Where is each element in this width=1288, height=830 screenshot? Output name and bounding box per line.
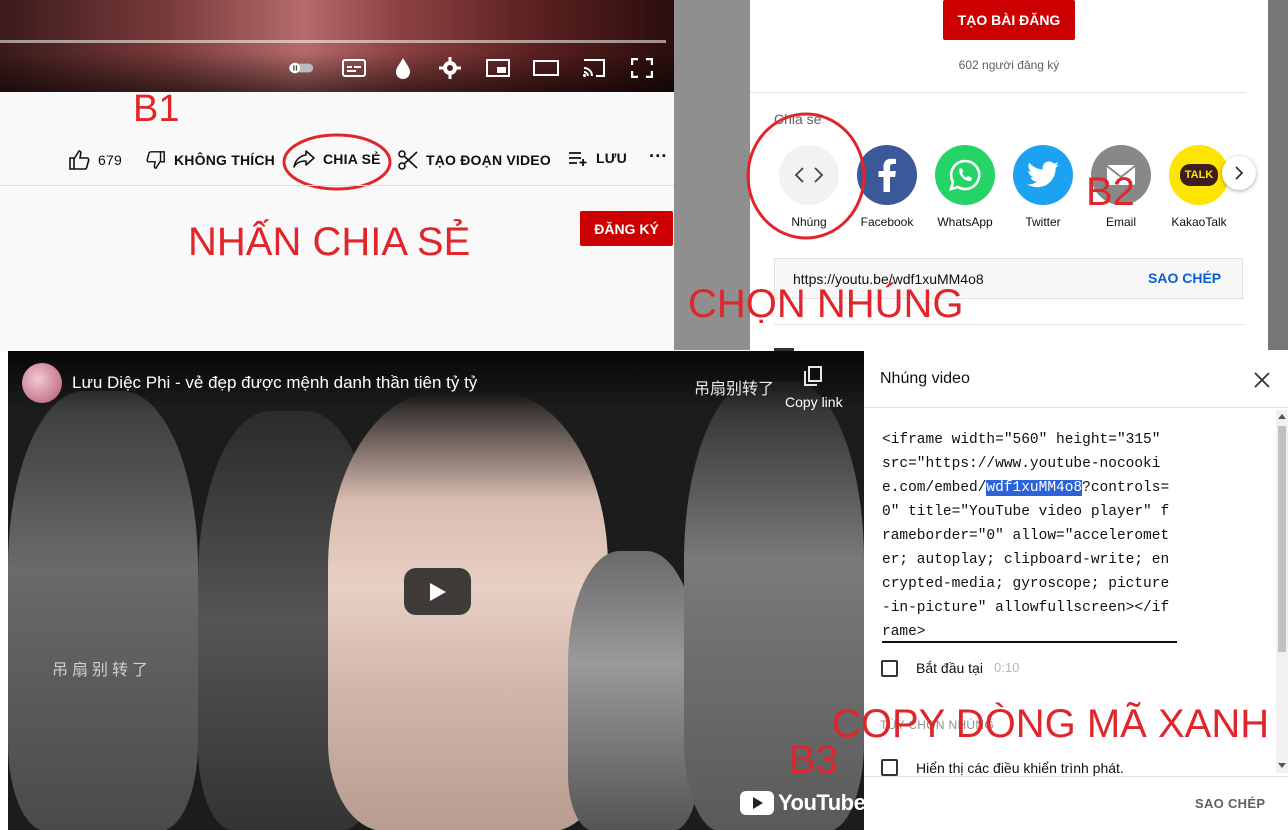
play-icon — [429, 582, 446, 601]
subtitles-icon[interactable] — [341, 56, 367, 80]
thumbs-up-icon — [69, 150, 90, 170]
dislike-label: KHÔNG THÍCH — [174, 152, 275, 168]
whatsapp-icon — [935, 145, 995, 205]
save-button[interactable]: LƯU — [568, 150, 627, 166]
start-at-label: Bắt đầu tại — [916, 660, 983, 676]
youtube-logo-text: YouTube — [778, 790, 866, 815]
channel-avatar[interactable] — [22, 363, 62, 403]
add-to-playlist-icon — [569, 152, 587, 166]
share-target-whatsapp[interactable]: WhatsApp — [934, 145, 996, 229]
save-label: LƯU — [596, 150, 627, 166]
crowd-glasses — [568, 551, 698, 830]
clip-button[interactable]: TẠO ĐOẠN VIDEO — [398, 150, 551, 170]
cast-icon[interactable] — [581, 56, 607, 80]
instruction-choose-embed: CHỌN NHÚNG — [688, 282, 964, 326]
settings-gear-icon[interactable] — [437, 56, 463, 80]
start-at-time[interactable]: 0:10 — [994, 660, 1019, 675]
kakaotalk-icon: TALK — [1169, 145, 1229, 205]
subscribe-button[interactable]: ĐĂNG KÝ — [580, 211, 673, 246]
scroll-up-icon[interactable] — [1277, 412, 1287, 420]
miniplayer-icon[interactable] — [485, 56, 511, 80]
share-target-kakaotalk[interactable]: TALK KakaoTalk — [1168, 145, 1230, 229]
chevron-right-icon — [1235, 166, 1244, 180]
show-controls-label: Hiển thị các điều khiển trình phát. — [916, 760, 1124, 776]
like-count: 679 — [98, 152, 122, 168]
embed-dialog-title: Nhúng video — [880, 370, 970, 387]
share-highlight-circle — [282, 133, 392, 191]
actions-divider — [0, 185, 674, 186]
step-b1-label: B1 — [133, 88, 180, 130]
share-target-label: KakaoTalk — [1171, 215, 1227, 229]
instruction-copy-code: COPY DÒNG MÃ XANH — [832, 702, 1270, 746]
crowd-left — [8, 391, 198, 830]
watermark-top: 吊扇别转了 — [694, 381, 775, 398]
copy-link-label[interactable]: Copy link — [785, 394, 843, 410]
step-b3-label: B3 — [789, 738, 838, 782]
ambient-drop-icon[interactable] — [390, 56, 416, 80]
copy-link-icon[interactable] — [804, 366, 822, 386]
next-arrow-button[interactable] — [1222, 156, 1256, 190]
embed-code-suffix: ?controls=0" title="YouTube video player… — [882, 480, 1170, 640]
clip-label: TẠO ĐOẠN VIDEO — [426, 152, 551, 168]
share-target-label: WhatsApp — [937, 215, 993, 229]
embed-code-textarea[interactable]: <iframe width="560" height="315" src="ht… — [882, 428, 1172, 644]
share-divider — [750, 92, 1246, 93]
scroll-down-icon[interactable] — [1277, 762, 1287, 770]
start-at-checkbox[interactable] — [881, 660, 898, 677]
scissors-icon — [398, 150, 418, 170]
embed-code-underline — [882, 641, 1177, 643]
show-controls-checkbox[interactable] — [881, 759, 898, 776]
progress-bar[interactable] — [0, 40, 666, 43]
play-button[interactable] — [404, 568, 471, 615]
embed-highlight-circle — [746, 112, 866, 240]
share-target-label: Email — [1105, 215, 1136, 229]
embed-scrollbar-thumb[interactable] — [1278, 426, 1286, 652]
like-button[interactable]: 679 — [68, 150, 122, 170]
share-target-label: Facebook — [860, 215, 914, 229]
thumbs-down-icon — [146, 151, 165, 169]
more-actions-icon[interactable]: ··· — [649, 146, 668, 167]
page-backdrop-right — [1268, 0, 1288, 350]
video-frame-top[interactable] — [0, 0, 674, 92]
video-title[interactable]: Lưu Diệc Phi - vẻ đẹp được mệnh danh thầ… — [72, 373, 477, 393]
copy-embed-button[interactable]: SAO CHÉP — [1195, 796, 1265, 811]
close-icon[interactable] — [1252, 370, 1272, 390]
video-shade — [0, 52, 674, 92]
subscriber-count: 602 người đăng ký — [958, 58, 1060, 72]
embed-footer-divider — [864, 776, 1288, 777]
dislike-button[interactable]: KHÔNG THÍCH — [146, 150, 275, 170]
fullscreen-icon[interactable] — [629, 56, 655, 80]
share-target-twitter[interactable]: Twitter — [1012, 145, 1074, 229]
autoplay-toggle[interactable] — [288, 56, 314, 80]
create-post-button[interactable]: TẠO BÀI ĐĂNG — [943, 0, 1075, 40]
kakaotalk-badge: TALK — [1179, 164, 1219, 186]
youtube-logo[interactable]: YouTube — [740, 790, 866, 816]
twitter-icon — [1013, 145, 1073, 205]
copy-link-button[interactable]: SAO CHÉP — [1148, 270, 1221, 286]
share-target-label: Twitter — [1025, 215, 1061, 229]
theater-mode-icon[interactable] — [533, 56, 559, 80]
step-b2-label: B2 — [1086, 170, 1135, 214]
instruction-share: NHẤN CHIA SẺ — [188, 220, 471, 264]
embed-code-video-id: wdf1xuMM4o8 — [986, 480, 1083, 496]
watermark-left: 吊扇别转了 — [52, 662, 153, 679]
youtube-play-logo-icon — [740, 791, 774, 815]
